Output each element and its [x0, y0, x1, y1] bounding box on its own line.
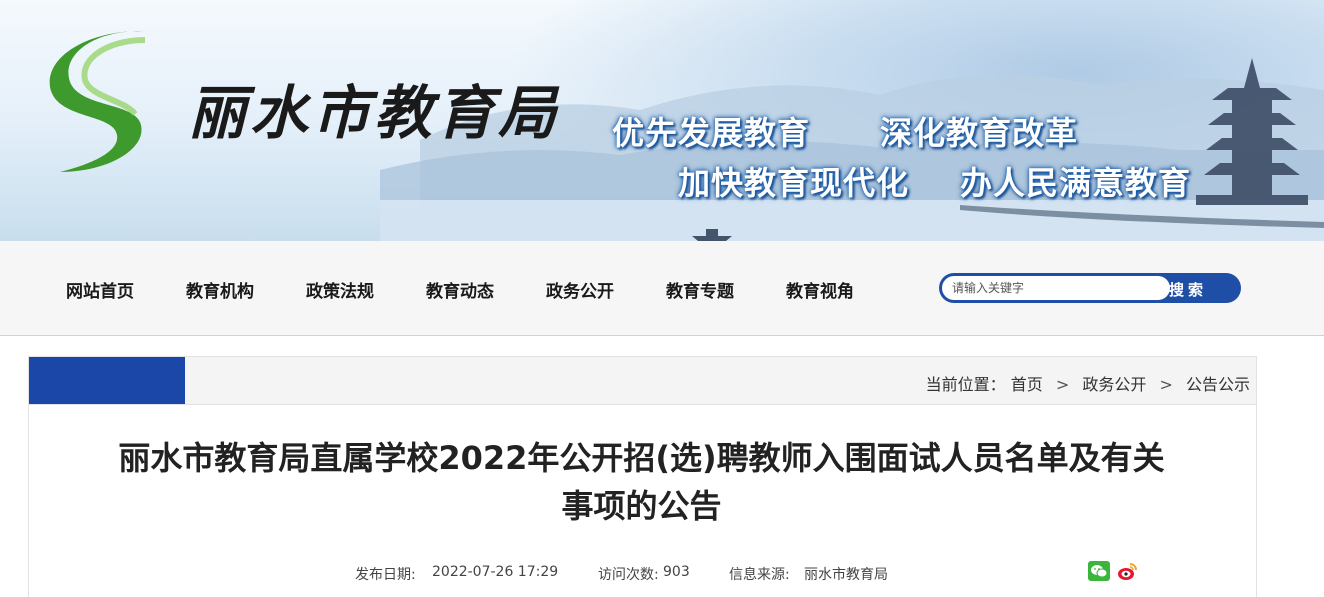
slogan-4: 办人民满意教育 — [960, 164, 1192, 202]
publish-date-label: 发布日期: — [355, 567, 416, 583]
slogan-2: 深化教育改革 — [880, 114, 1079, 152]
breadcrumb-gov-affairs[interactable]: 政务公开 — [1082, 375, 1146, 394]
main-nav: 网站首页 教育机构 政策法规 教育动态 政务公开 教育专题 教育视角 搜索 — [0, 241, 1324, 336]
breadcrumb-home[interactable]: 首页 — [1011, 375, 1043, 394]
breadcrumb-separator: > — [1055, 375, 1070, 394]
nav-item-perspective[interactable]: 教育视角 — [786, 277, 854, 302]
nav-item-news[interactable]: 教育动态 — [426, 277, 494, 302]
breadcrumb-announcements[interactable]: 公告公示 — [1186, 375, 1250, 394]
article-title-line-1: 丽水市教育局直属学校2022年公开招(选)聘教师入围面试人员名单及有关 — [118, 439, 1165, 477]
nav-item-policies[interactable]: 政策法规 — [306, 277, 374, 302]
breadcrumb-separator: > — [1159, 375, 1173, 394]
search-input[interactable] — [942, 276, 1170, 300]
breadcrumb-bar: 当前位置： 首页 > 政务公开 > 公告公示 — [29, 357, 1256, 405]
views-label: 访问次数: — [598, 567, 659, 583]
source-label: 信息来源: — [729, 567, 790, 583]
nav-item-topics[interactable]: 教育专题 — [666, 277, 734, 302]
nav-item-gov-affairs[interactable]: 政务公开 — [546, 277, 614, 302]
source-value: 丽水市教育局 — [804, 567, 888, 583]
slogan-1: 优先发展教育 — [612, 114, 811, 152]
weibo-icon[interactable] — [1116, 561, 1138, 581]
publish-date: 2022-07-26 17:29 — [432, 564, 559, 580]
search-box: 搜索 — [939, 273, 1241, 303]
breadcrumb-accent-block — [29, 357, 185, 404]
header-banner: 丽水市教育局 优先发展教育 深化教育改革 加快教育现代化 办人民满意教育 — [0, 0, 1324, 241]
article-title: 丽水市教育局直属学校2022年公开招(选)聘教师入围面试人员名单及有关 事项的公… — [28, 434, 1255, 530]
wechat-icon[interactable] — [1088, 561, 1110, 581]
nav-item-institutions[interactable]: 教育机构 — [186, 277, 254, 302]
search-button[interactable]: 搜索 — [1169, 279, 1207, 300]
views-count: 903 — [663, 564, 690, 580]
article-title-line-2: 事项的公告 — [561, 487, 722, 525]
slogan-3: 加快教育现代化 — [678, 164, 910, 202]
logo-icon — [49, 31, 150, 172]
breadcrumb: 当前位置： 首页 > 政务公开 > 公告公示 — [926, 371, 1250, 395]
site-title: 丽水市教育局 — [188, 79, 561, 147]
breadcrumb-prefix: 当前位置： — [925, 375, 1006, 394]
nav-item-home[interactable]: 网站首页 — [66, 277, 134, 302]
